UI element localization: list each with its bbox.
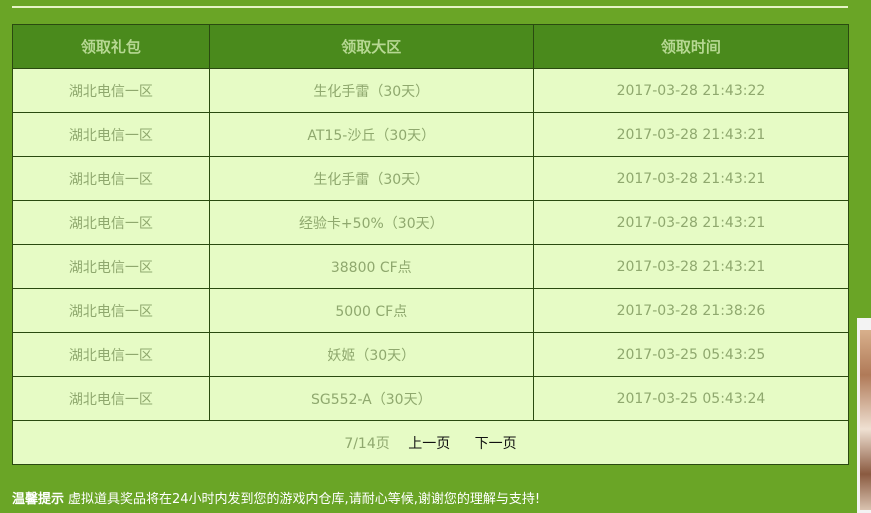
header-region: 领取大区 [208, 24, 534, 69]
cell-time: 2017-03-28 21:43:21 [532, 112, 850, 157]
cell-gift: 湖北电信一区 [12, 68, 210, 113]
cell-time: 2017-03-28 21:43:22 [532, 68, 850, 113]
cell-item: 生化手雷（30天） [208, 156, 534, 201]
cell-gift: 湖北电信一区 [12, 332, 210, 377]
table-row: 湖北电信一区 生化手雷（30天） 2017-03-28 21:43:21 [12, 156, 850, 201]
cell-item: 38800 CF点 [208, 244, 534, 289]
tip-text: 虚拟道具奖品将在24小时内发到您的游戏内仓库,请耐心等候,谢谢您的理解与支持! [68, 492, 541, 507]
page-indicator: 7/14页 [344, 435, 390, 452]
notice-tip: 温馨提示 虚拟道具奖品将在24小时内发到您的游戏内仓库,请耐心等候,谢谢您的理解与… [12, 488, 540, 507]
table-header-row: 领取礼包 领取大区 领取时间 [12, 24, 850, 69]
cell-item: 5000 CF点 [208, 288, 534, 333]
cell-gift: 湖北电信一区 [12, 200, 210, 245]
cell-gift: 湖北电信一区 [12, 288, 210, 333]
cell-item: 妖姬（30天） [208, 332, 534, 377]
cell-item: AT15-沙丘（30天） [208, 112, 534, 157]
cell-gift: 湖北电信一区 [12, 244, 210, 289]
cell-time: 2017-03-25 05:43:25 [532, 332, 850, 377]
top-divider [12, 6, 848, 8]
pagination: 7/14页 上一页 下一页 [12, 420, 849, 465]
tip-label: 温馨提示 [12, 492, 65, 507]
side-banner-image[interactable] [857, 318, 871, 513]
cell-gift: 湖北电信一区 [12, 376, 210, 421]
cell-gift: 湖北电信一区 [12, 112, 210, 157]
cell-item: 经验卡+50%（30天） [208, 200, 534, 245]
pager-row: 7/14页 上一页 下一页 [12, 420, 849, 465]
cell-gift: 湖北电信一区 [12, 156, 210, 201]
cell-time: 2017-03-28 21:43:21 [532, 156, 850, 201]
table-row: 湖北电信一区 SG552-A（30天） 2017-03-25 05:43:24 [12, 376, 850, 421]
next-page-link[interactable]: 下一页 [475, 436, 517, 452]
cell-time: 2017-03-28 21:38:26 [532, 288, 850, 333]
table-row: 湖北电信一区 AT15-沙丘（30天） 2017-03-28 21:43:21 [12, 112, 850, 157]
table-row: 湖北电信一区 妖姬（30天） 2017-03-25 05:43:25 [12, 332, 850, 377]
cell-time: 2017-03-28 21:43:21 [532, 244, 850, 289]
side-banner-photo [860, 330, 871, 510]
cell-item: SG552-A（30天） [208, 376, 534, 421]
claim-record-table: 领取礼包 领取大区 领取时间 湖北电信一区 生化手雷（30天） 2017-03-… [12, 24, 850, 465]
cell-time: 2017-03-25 05:43:24 [532, 376, 850, 421]
table-row: 湖北电信一区 38800 CF点 2017-03-28 21:43:21 [12, 244, 850, 289]
cell-item: 生化手雷（30天） [208, 68, 534, 113]
table-row: 湖北电信一区 生化手雷（30天） 2017-03-28 21:43:22 [12, 68, 850, 113]
prev-page-link[interactable]: 上一页 [408, 436, 450, 452]
header-gift: 领取礼包 [12, 24, 210, 69]
header-time: 领取时间 [532, 24, 850, 69]
table-row: 湖北电信一区 5000 CF点 2017-03-28 21:38:26 [12, 288, 850, 333]
cell-time: 2017-03-28 21:43:21 [532, 200, 850, 245]
table-row: 湖北电信一区 经验卡+50%（30天） 2017-03-28 21:43:21 [12, 200, 850, 245]
